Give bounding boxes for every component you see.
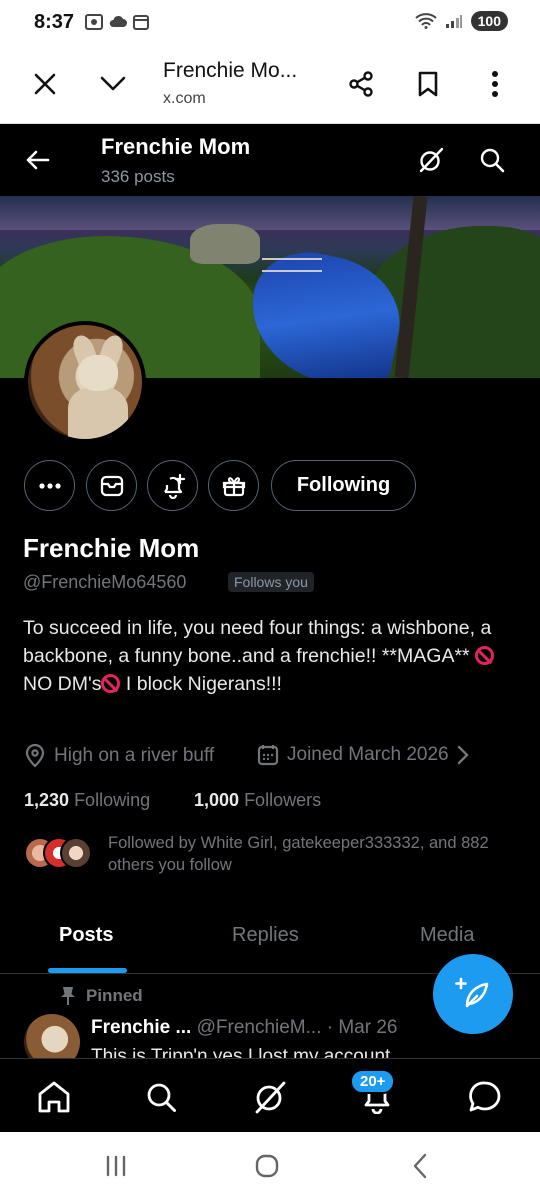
nav-search[interactable] (141, 1077, 181, 1117)
home-icon (38, 1081, 70, 1113)
back-button[interactable] (20, 142, 56, 178)
arrow-left-icon (26, 150, 50, 170)
bio-text-1: To succeed in life, you need four things… (23, 617, 492, 667)
avatar (60, 837, 92, 869)
following-button[interactable]: Following (271, 460, 416, 511)
followed-by-avatars[interactable] (24, 837, 94, 871)
bell-plus-icon (163, 473, 185, 499)
status-bar: 8:37 100 (0, 0, 540, 44)
header-post-count: 336 posts (101, 167, 175, 186)
calendar-icon (133, 15, 149, 30)
profile-bio: To succeed in life, you need four things… (23, 614, 523, 698)
calendar-icon (257, 745, 279, 766)
nav-home[interactable] (34, 1077, 74, 1117)
active-tab-indicator (48, 968, 127, 973)
bookmark-icon (418, 71, 438, 97)
recents-icon (106, 1155, 126, 1177)
tab-replies[interactable]: Replies (232, 924, 299, 947)
minimize-button[interactable] (93, 64, 133, 104)
pinned-label: Pinned (86, 986, 143, 1005)
share-icon (349, 71, 373, 97)
status-left-icons (85, 14, 149, 30)
back-system-button[interactable] (400, 1150, 440, 1182)
post-text[interactable]: This is Tripp'n yes I lost my account (91, 1046, 390, 1058)
followers-count: 1,000 (194, 790, 240, 810)
profile-header-bar: Frenchie Mom 336 posts (0, 124, 540, 196)
follows-you-badge: Follows you (228, 572, 314, 592)
compose-feather-icon (455, 977, 489, 1008)
followers-stat[interactable]: 1,000 Followers (194, 790, 321, 811)
back-chevron-icon (413, 1153, 427, 1179)
grok-button[interactable] (413, 142, 449, 178)
post-author-handle: @FrenchieM... (196, 1017, 322, 1038)
nav-messages[interactable] (465, 1077, 505, 1117)
pinned-label-row: Pinned (60, 986, 143, 1006)
share-button[interactable] (341, 64, 381, 104)
more-horizontal-icon (38, 482, 61, 489)
followed-by-text[interactable]: Followed by White Girl, gatekeeper333332… (108, 832, 518, 876)
tab-media[interactable]: Media (420, 924, 474, 947)
pin-icon (61, 987, 75, 1005)
notify-button[interactable] (147, 460, 198, 511)
bio-text-2: NO DM's (23, 673, 102, 695)
system-navigation-bar (0, 1132, 540, 1200)
followers-label: Followers (244, 790, 322, 810)
location-pin-icon (25, 744, 45, 768)
screenshot-icon (85, 14, 103, 30)
nav-grok[interactable] (250, 1077, 290, 1117)
location-text: High on a river buff (54, 745, 215, 766)
tab-posts[interactable]: Posts (59, 924, 113, 947)
bookmark-button[interactable] (408, 64, 448, 104)
following-label: Following (74, 790, 151, 810)
recents-button[interactable] (96, 1150, 136, 1182)
close-icon (34, 73, 56, 95)
display-name: Frenchie Mom (23, 533, 200, 563)
bottom-navigation: 20+ (0, 1058, 540, 1132)
battery-indicator: 100 (470, 11, 508, 31)
gift-button[interactable] (208, 460, 259, 511)
wifi-icon (414, 13, 437, 29)
browser-menu-button[interactable] (475, 64, 515, 104)
notifications-badge: 20+ (350, 1069, 396, 1094)
user-handle: @FrenchieMo64560 (23, 572, 187, 592)
cloud-icon (109, 15, 127, 27)
status-right-icons: 100 (414, 11, 508, 31)
browser-toolbar: Frenchie Mo... x.com (0, 44, 540, 124)
grok-icon (255, 1081, 286, 1114)
bio-text-3: I block Nigerans!!! (120, 673, 282, 695)
page-title: Frenchie Mo... (163, 59, 298, 82)
message-button[interactable] (86, 460, 137, 511)
signal-icon (445, 15, 462, 28)
chevron-down-icon (100, 76, 126, 91)
search-icon (480, 148, 505, 173)
compose-post-button[interactable] (433, 954, 513, 1034)
following-count: 1,230 (24, 790, 70, 810)
grok-icon (419, 147, 444, 173)
location-row: High on a river buff (24, 744, 214, 768)
home-circle-icon (255, 1154, 279, 1178)
profile-avatar[interactable] (24, 321, 146, 443)
search-button[interactable] (474, 142, 510, 178)
following-stat[interactable]: 1,230 Following (24, 790, 150, 811)
joined-text: Joined March 2026 (287, 744, 449, 765)
home-button[interactable] (247, 1150, 287, 1182)
no-entry-icon (475, 646, 495, 665)
chevron-right-icon (457, 745, 469, 765)
no-entry-icon (101, 674, 121, 693)
header-name: Frenchie Mom (101, 134, 251, 159)
post-header: Frenchie ... @FrenchieM... · Mar 26 (91, 1017, 398, 1039)
more-options-button[interactable] (24, 460, 75, 511)
status-time: 8:37 (34, 11, 75, 33)
message-bubble-icon (469, 1081, 501, 1112)
post-author-name[interactable]: Frenchie ... (91, 1017, 191, 1038)
close-tab-button[interactable] (25, 64, 65, 104)
joined-row[interactable]: Joined March 2026 (257, 744, 469, 766)
page-url: x.com (163, 90, 206, 107)
search-icon (147, 1083, 176, 1112)
gift-icon (222, 476, 245, 496)
post-date: · Mar 26 (326, 1017, 398, 1038)
more-vert-icon (492, 71, 498, 97)
mail-icon (100, 475, 123, 496)
